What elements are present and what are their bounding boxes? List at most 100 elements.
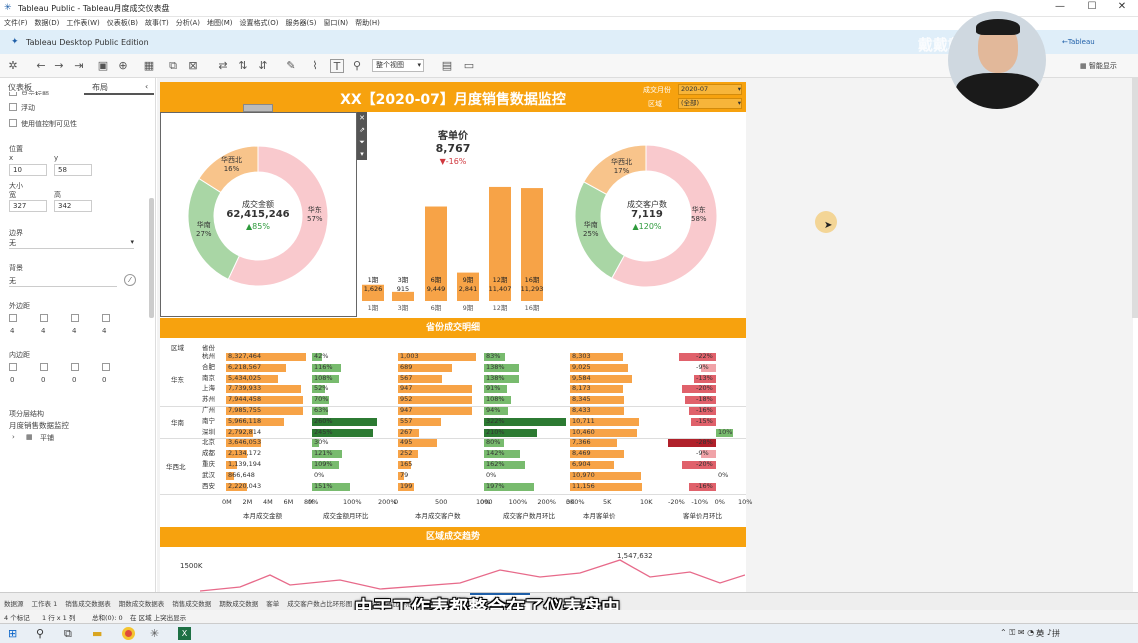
pin-icon[interactable]: ⚲ <box>350 59 364 73</box>
highlight-icon[interactable]: ✎ <box>284 59 298 73</box>
bar-value-label: 11,293 <box>521 285 544 293</box>
inner-pad-left[interactable]: 0 <box>10 376 14 384</box>
sort-desc-icon[interactable]: ⇵ <box>256 59 270 73</box>
drag-handle[interactable] <box>243 104 273 112</box>
status-bar: 4 个标记 1 行 x 1 列 总和(0): 0 在 区域 上突出显示 <box>0 610 1138 623</box>
outer-pad-top[interactable]: 4 <box>41 327 45 335</box>
outer-pad-left[interactable]: 4 <box>10 327 14 335</box>
bar-value-label: 915 <box>397 285 409 293</box>
duplicate-sheet-icon[interactable]: ⧉ <box>166 59 180 73</box>
table-value: 495 <box>400 438 413 447</box>
filter-region-select[interactable]: (全部) ▾ <box>678 98 742 109</box>
table-value: 952 <box>400 395 413 404</box>
redo-icon[interactable]: ⇥ <box>72 59 86 73</box>
tableau-app-icon[interactable]: ✳ <box>150 627 159 640</box>
outer-pad-bottom[interactable]: 4 <box>102 327 106 335</box>
table-value: 199 <box>400 481 413 490</box>
save-icon[interactable]: ▣ <box>96 59 110 73</box>
show-title-checkbox[interactable] <box>9 92 17 96</box>
table-value: 210% <box>486 427 505 436</box>
forward-icon[interactable]: → <box>52 59 66 73</box>
table-value: 108% <box>486 395 505 404</box>
start-icon[interactable]: ⊞ <box>8 627 17 640</box>
menu-item[interactable]: 文件(F) <box>4 17 28 29</box>
table-value: 9,584 <box>572 373 591 382</box>
menu-item[interactable]: 窗口(N) <box>323 17 348 29</box>
group-icon[interactable]: ⌇ <box>308 59 322 73</box>
table-value: 557 <box>400 416 413 425</box>
border-select[interactable]: 无 ▾ <box>9 238 134 249</box>
height-input[interactable]: 342 <box>54 200 92 212</box>
expand-icon[interactable]: › <box>12 433 15 441</box>
float-checkbox[interactable] <box>9 103 17 111</box>
tableau-home-icon[interactable]: ✲ <box>6 59 20 73</box>
table-value: 6,904 <box>572 460 591 468</box>
tray-lang[interactable]: 英 <box>1036 628 1044 639</box>
smart-show-button[interactable]: ▦ 智能显示 <box>1080 61 1117 71</box>
tree-root[interactable]: 月度销售数据监控 <box>9 420 69 431</box>
bar-1[interactable] <box>392 291 414 301</box>
width-input[interactable]: 327 <box>9 200 47 212</box>
label-icon[interactable]: T <box>330 59 344 73</box>
active-tab-indicator <box>84 93 154 95</box>
table-value: 322% <box>486 416 505 425</box>
menu-item[interactable]: 服务器(S) <box>286 17 317 29</box>
filter-month-select[interactable]: 2020-07 ▾ <box>678 84 742 95</box>
menu-item[interactable]: 数据(D) <box>35 17 60 29</box>
inner-pad-bottom[interactable]: 0 <box>102 376 106 384</box>
height-value: 342 <box>58 202 72 210</box>
tableau-link[interactable]: ←Tableau <box>1062 38 1095 46</box>
add-datasource-icon[interactable]: ⊕ <box>116 59 130 73</box>
task-view-icon[interactable]: ⧉ <box>64 627 72 641</box>
table-value: 6,218,567 <box>228 362 262 371</box>
fit-dropdown[interactable]: 整个视图 ▾ <box>372 59 424 72</box>
axis-tick: 200% <box>537 498 556 506</box>
menu-item[interactable]: 帮助(H) <box>355 17 380 29</box>
file-explorer-icon[interactable]: ▬ <box>92 627 102 640</box>
clear-sheet-icon[interactable]: ⊠ <box>186 59 200 73</box>
table-value: 5,434,025 <box>228 373 262 382</box>
excel-icon[interactable]: X <box>178 627 191 640</box>
table-value: 7,739,933 <box>228 384 262 393</box>
collapse-pane-icon[interactable]: ‹ <box>145 82 148 91</box>
tree-label: 项分层结构 <box>9 410 44 418</box>
back-icon[interactable]: ← <box>34 59 48 73</box>
minimize-button[interactable]: — <box>1046 1 1074 15</box>
background-select[interactable]: 无 <box>9 276 117 287</box>
inner-pad-bottom-icon <box>102 363 110 371</box>
color-picker-icon[interactable]: ⁄ <box>124 274 136 286</box>
menu-item[interactable]: 仪表板(B) <box>107 17 138 29</box>
table-value: 2,220,043 <box>228 481 262 490</box>
trend-line <box>200 559 745 592</box>
show-cards-icon[interactable]: ▤ <box>440 59 454 73</box>
tray-ime[interactable]: 拼 <box>1052 628 1060 639</box>
visibility-checkbox[interactable] <box>9 119 17 127</box>
menu-item[interactable]: 设置格式(O) <box>240 17 279 29</box>
outer-pad-right[interactable]: 4 <box>72 327 76 335</box>
new-sheet-icon[interactable]: ▦ <box>142 59 156 73</box>
pane-scrollbar[interactable] <box>149 198 154 318</box>
y-input[interactable]: 58 <box>54 164 92 176</box>
sort-asc-icon[interactable]: ⇅ <box>236 59 250 73</box>
x-input[interactable]: 10 <box>9 164 47 176</box>
swap-icon[interactable]: ⇄ <box>216 59 230 73</box>
maximize-button[interactable]: ☐ <box>1078 1 1106 15</box>
price-bar-chart: 1期1,6261期3期9153期6期9,4496期9期2,8419期12期11,… <box>362 186 544 312</box>
chrome-icon[interactable] <box>122 627 135 640</box>
bar-axis-tick: 6期 <box>431 304 442 312</box>
search-icon[interactable]: ⚲ <box>36 627 44 640</box>
inner-pad-right[interactable]: 0 <box>72 376 76 384</box>
table-value: 151% <box>314 481 333 490</box>
menu-item[interactable]: 故事(T) <box>145 17 169 29</box>
close-button[interactable]: ✕ <box>1108 1 1136 15</box>
tree-child[interactable]: 平铺 <box>40 433 54 443</box>
menu-item[interactable]: 地图(M) <box>207 17 233 29</box>
bar-value-label: 1,626 <box>364 285 383 293</box>
inner-pad-top[interactable]: 0 <box>41 376 45 384</box>
tab-layout[interactable]: 布局 <box>92 82 108 93</box>
menu-item[interactable]: 工作表(W) <box>66 17 99 29</box>
canvas-scrollbar[interactable] <box>1132 78 1138 318</box>
presentation-icon[interactable]: ▭ <box>462 59 476 73</box>
inner-padding-label: 内边距 <box>9 351 30 359</box>
menu-item[interactable]: 分析(A) <box>176 17 200 29</box>
